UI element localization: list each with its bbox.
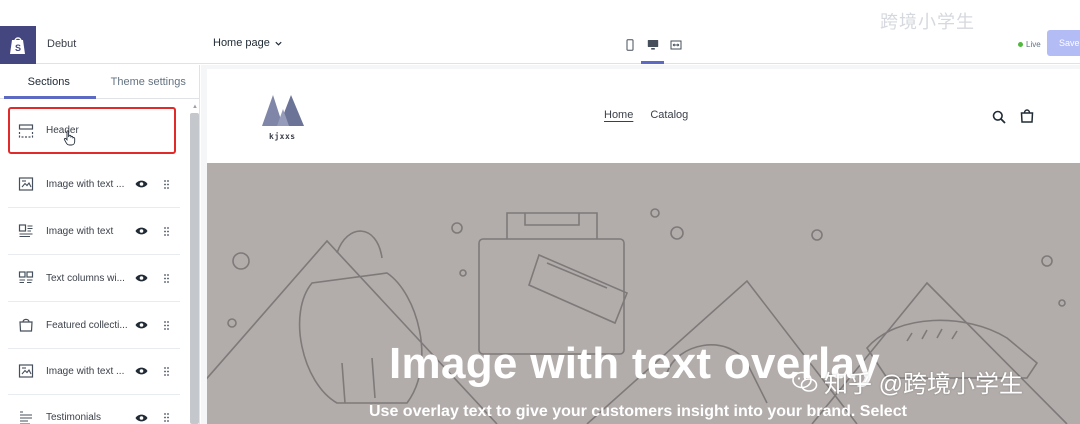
drag-handle-icon[interactable] xyxy=(161,364,171,378)
scrollbar-thumb[interactable] xyxy=(190,113,199,424)
hero-subtitle: Use overlay text to give your customers … xyxy=(369,403,907,420)
watermark-overlay: 知乎 @跨境小学生 xyxy=(792,364,1023,399)
tab-theme-settings[interactable]: Theme settings xyxy=(98,65,199,98)
header-layout-icon xyxy=(17,122,35,140)
section-item-label: Text columns wi... xyxy=(46,272,125,284)
sections-sidebar: Sections Theme settings Header Image wit… xyxy=(0,65,200,424)
eye-icon[interactable] xyxy=(134,411,148,424)
storefront-preview: kjxxs Home Catalog Image with text overl… xyxy=(207,69,1080,424)
live-status: Live xyxy=(1018,40,1041,49)
desktop-view-button[interactable] xyxy=(641,26,664,64)
wechat-logo-icon xyxy=(792,371,818,392)
section-item-label: Image with text xyxy=(46,225,114,237)
nav-link-catalog[interactable]: Catalog xyxy=(650,109,688,121)
drag-handle-icon[interactable] xyxy=(161,271,171,285)
watermark-text: 跨境小学生 xyxy=(880,12,975,32)
eye-icon[interactable] xyxy=(134,224,148,238)
section-item-testimonials[interactable]: Testimonials xyxy=(8,394,180,424)
editor-topbar: 跨境小学生 S Debut Home page Live Save xyxy=(0,0,1080,64)
sidebar-scrollbar[interactable]: ▲ xyxy=(190,104,199,424)
device-switcher xyxy=(618,26,687,64)
featured-collection-icon xyxy=(17,316,35,334)
page-selector-label: Home page xyxy=(213,37,270,49)
shopify-logo[interactable]: S xyxy=(0,26,36,64)
mobile-view-button[interactable] xyxy=(618,26,641,64)
section-item-label: Image with text ... xyxy=(46,178,125,190)
testimonials-icon xyxy=(17,409,35,424)
section-item-label: Featured collecti... xyxy=(46,319,128,331)
shopify-bag-icon: S xyxy=(10,37,25,54)
watermark-text: 知乎 @跨境小学生 xyxy=(824,371,1024,398)
section-item-text-columns[interactable]: Text columns wi... xyxy=(8,255,180,302)
store-nav: Home Catalog xyxy=(604,109,688,121)
hand-cursor-icon xyxy=(63,130,76,146)
drag-handle-icon[interactable] xyxy=(161,318,171,332)
fullscreen-icon xyxy=(670,40,681,50)
fullscreen-view-button[interactable] xyxy=(664,26,687,64)
eye-icon[interactable] xyxy=(134,177,148,191)
theme-name: Debut xyxy=(47,38,77,50)
store-name: kjxxs xyxy=(269,132,296,141)
chevron-down-icon xyxy=(275,41,282,46)
section-item-featured-collection[interactable]: Featured collecti... xyxy=(8,302,180,349)
nav-link-home[interactable]: Home xyxy=(604,109,633,121)
cart-bag-icon[interactable] xyxy=(1020,108,1034,123)
live-label: Live xyxy=(1026,40,1041,49)
drag-handle-icon[interactable] xyxy=(161,177,171,191)
page-selector[interactable]: Home page xyxy=(213,37,283,49)
desktop-icon xyxy=(647,40,658,50)
image-with-text-icon xyxy=(17,222,35,240)
section-item-image-with-text-overlay[interactable]: Image with text ... xyxy=(8,161,180,208)
eye-icon[interactable] xyxy=(134,318,148,332)
image-text-icon xyxy=(17,362,35,380)
search-icon[interactable] xyxy=(992,110,1006,124)
eye-icon[interactable] xyxy=(134,364,148,378)
scroll-up-arrow-icon[interactable]: ▲ xyxy=(192,104,198,110)
save-button[interactable]: Save xyxy=(1047,30,1080,56)
eye-icon[interactable] xyxy=(134,271,148,285)
section-item-label: Header xyxy=(46,125,79,136)
text-columns-icon xyxy=(17,269,35,287)
store-logo-mountains-icon[interactable] xyxy=(260,93,306,127)
drag-handle-icon[interactable] xyxy=(161,224,171,238)
tab-sections[interactable]: Sections xyxy=(0,65,98,99)
image-text-icon xyxy=(17,175,35,193)
section-item-image-with-text-overlay-2[interactable]: Image with text ... xyxy=(8,348,180,395)
sidebar-tabs: Sections Theme settings xyxy=(0,65,199,99)
section-item-header[interactable]: Header xyxy=(8,107,176,154)
section-item-label: Testimonials xyxy=(46,412,102,423)
section-item-image-with-text[interactable]: Image with text xyxy=(8,208,180,255)
drag-handle-icon[interactable] xyxy=(161,411,171,424)
svg-text:S: S xyxy=(15,43,21,53)
mobile-icon xyxy=(626,39,633,51)
live-dot xyxy=(1018,42,1023,47)
section-item-label: Image with text ... xyxy=(46,365,125,377)
